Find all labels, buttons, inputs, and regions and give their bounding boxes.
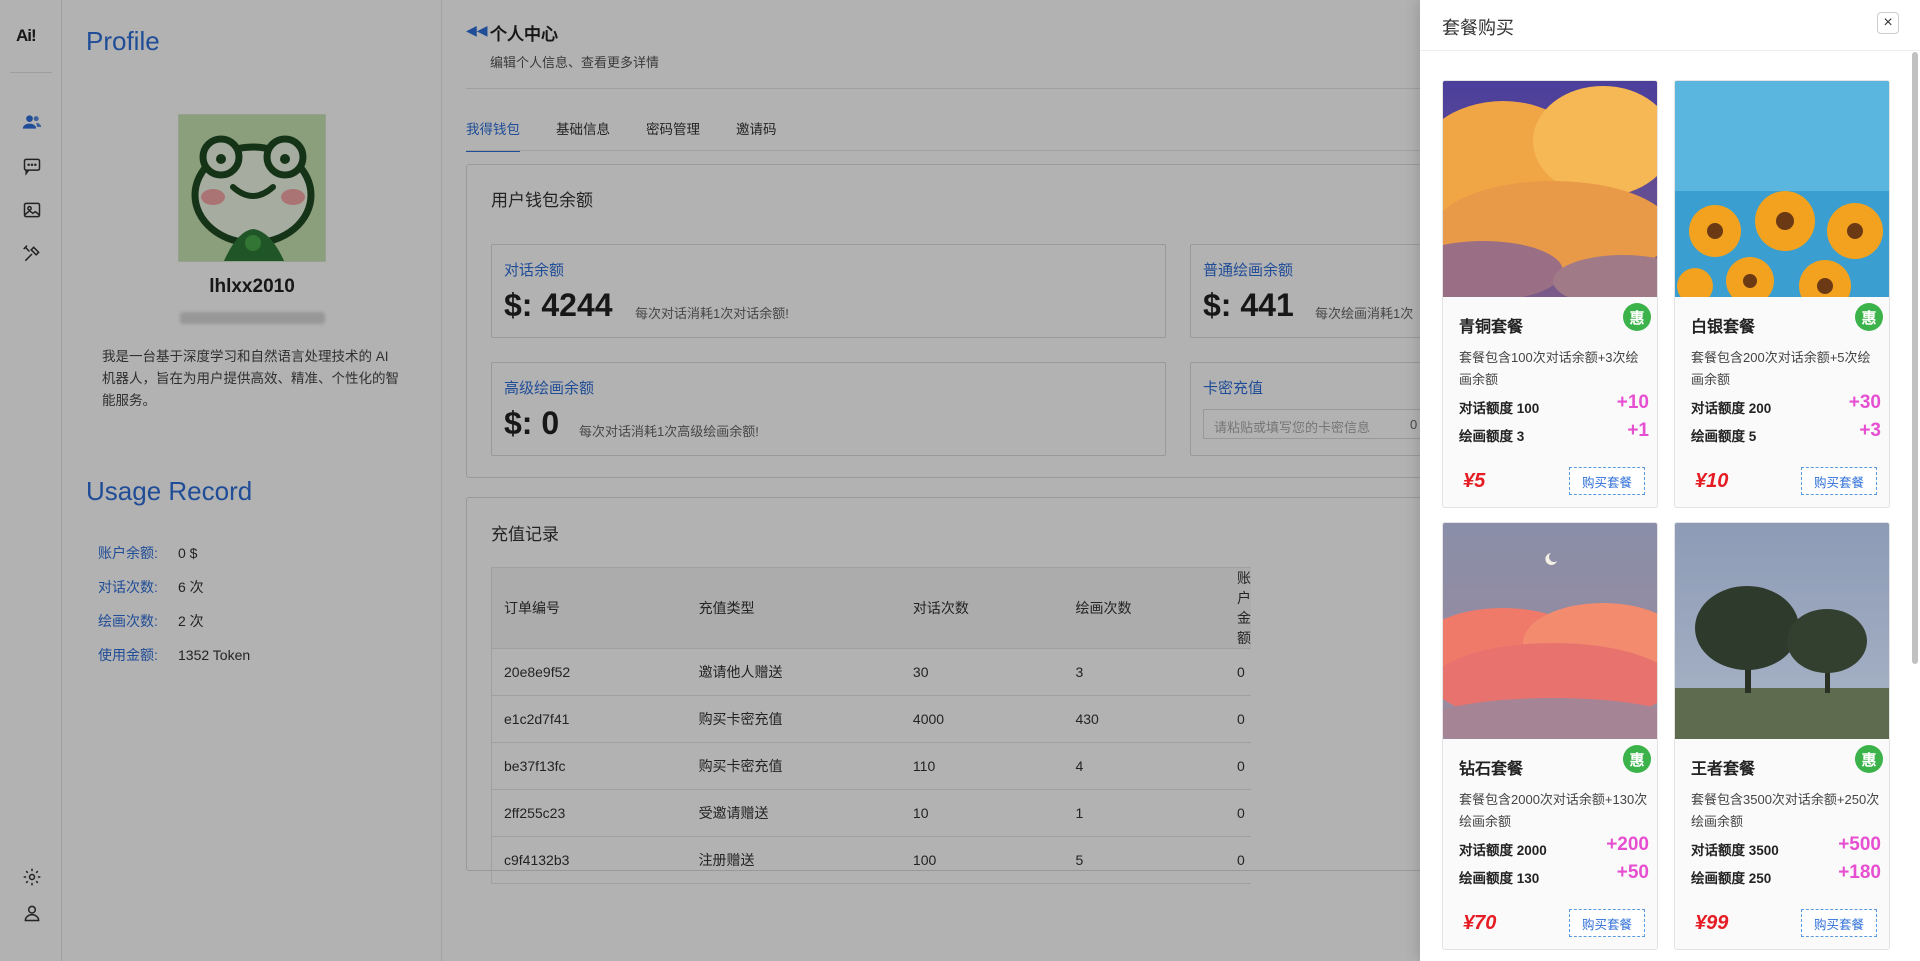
plan-name: 王者套餐	[1691, 761, 1756, 778]
plan-card-silver: 白银套餐 惠 套餐包含200次对话余额+5次绘画余额 对话额度 200 +30 绘…	[1674, 80, 1890, 508]
plan-chat-quota: 对话额度 200 +30	[1691, 392, 1881, 416]
plan-paint-quota: 绘画额度 250 +180	[1691, 862, 1881, 886]
discount-badge: 惠	[1623, 303, 1651, 331]
buy-plan-button[interactable]: 购买套餐	[1801, 909, 1877, 937]
plan-paint-quota: 绘画额度 5 +3	[1691, 420, 1881, 444]
drawer-title: 套餐购买	[1442, 18, 1514, 38]
drawer-divider	[1420, 50, 1920, 51]
plan-name: 白银套餐	[1691, 319, 1756, 336]
plan-chat-quota: 对话额度 2000 +200	[1459, 834, 1649, 858]
drawer-scrollbar[interactable]	[1912, 52, 1918, 664]
buy-plan-button[interactable]: 购买套餐	[1801, 467, 1877, 495]
plan-name: 钻石套餐	[1459, 761, 1524, 778]
plan-paint-quota: 绘画额度 130 +50	[1459, 862, 1649, 886]
plan-price: ¥70	[1463, 912, 1497, 934]
plan-desc: 套餐包含100次对话余额+3次绘画余额	[1459, 350, 1639, 387]
plan-image-trees	[1675, 523, 1889, 739]
plan-drawer: 套餐购买 × 青铜套餐 惠 套餐包含100次对话余额+3次绘画余额 对话额度 1…	[1420, 0, 1920, 961]
discount-badge: 惠	[1623, 745, 1651, 773]
plan-image-flowers	[1675, 81, 1889, 297]
plan-image-clouds	[1443, 81, 1657, 297]
plan-price: ¥10	[1695, 470, 1729, 492]
plan-desc: 套餐包含2000次对话余额+130次绘画余额	[1459, 792, 1648, 829]
discount-badge: 惠	[1855, 303, 1883, 331]
buy-plan-button[interactable]: 购买套餐	[1569, 467, 1645, 495]
plan-paint-quota: 绘画额度 3 +1	[1459, 420, 1649, 444]
plan-card-bronze: 青铜套餐 惠 套餐包含100次对话余额+3次绘画余额 对话额度 100 +10 绘…	[1442, 80, 1658, 508]
plan-card-king: 王者套餐 惠 套餐包含3500次对话余额+250次绘画余额 对话额度 3500 +…	[1674, 522, 1890, 950]
plan-image-sunset-clouds	[1443, 523, 1657, 739]
plan-chat-quota: 对话额度 100 +10	[1459, 392, 1649, 416]
plan-desc: 套餐包含200次对话余额+5次绘画余额	[1691, 350, 1871, 387]
plan-name: 青铜套餐	[1459, 319, 1524, 336]
plan-price: ¥5	[1463, 470, 1486, 492]
plan-price: ¥99	[1695, 912, 1729, 934]
modal-overlay[interactable]	[0, 0, 1420, 961]
close-icon[interactable]: ×	[1877, 12, 1899, 34]
discount-badge: 惠	[1855, 745, 1883, 773]
plan-card-diamond: 钻石套餐 惠 套餐包含2000次对话余额+130次绘画余额 对话额度 2000 +…	[1442, 522, 1658, 950]
plan-chat-quota: 对话额度 3500 +500	[1691, 834, 1881, 858]
plan-desc: 套餐包含3500次对话余额+250次绘画余额	[1691, 792, 1880, 829]
buy-plan-button[interactable]: 购买套餐	[1569, 909, 1645, 937]
